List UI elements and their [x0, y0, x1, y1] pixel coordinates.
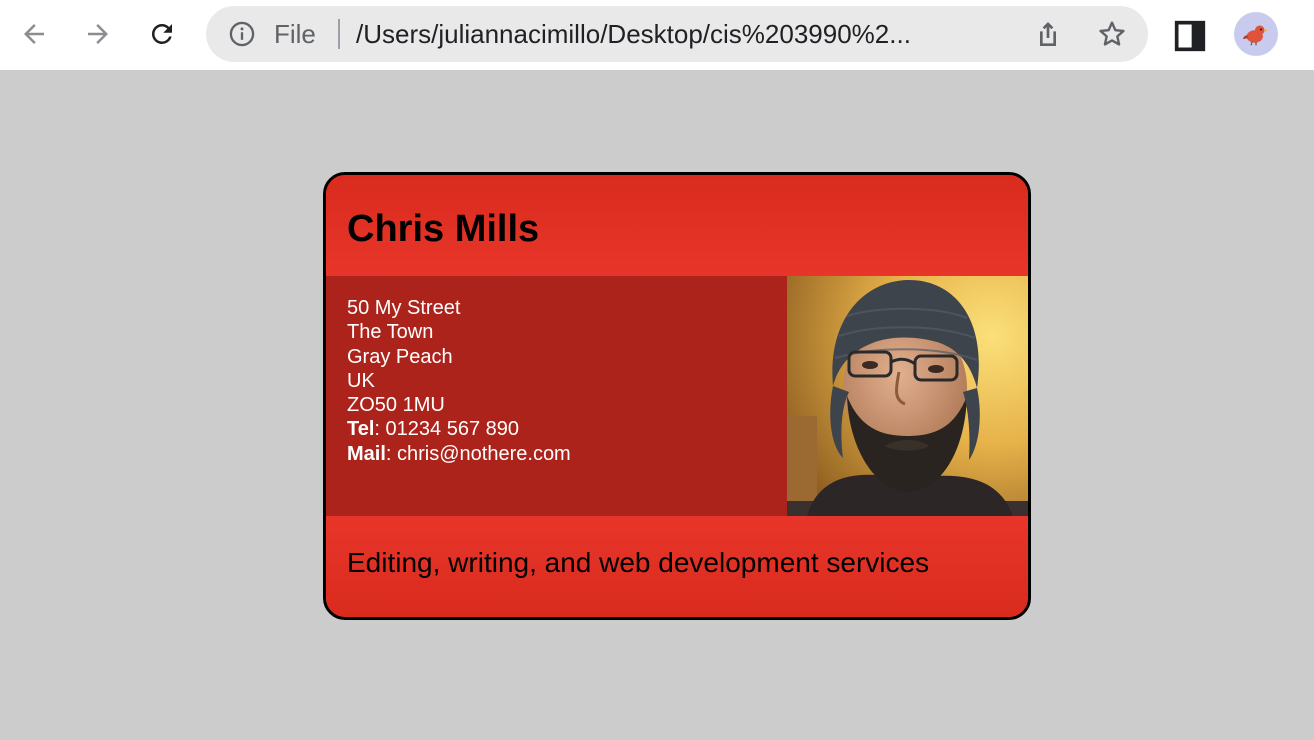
side-panel-icon[interactable] — [1170, 16, 1210, 56]
scheme-label: File — [274, 19, 316, 49]
card-name: Chris Mills — [347, 208, 540, 250]
address-line-street: 50 My Street — [347, 297, 461, 319]
forward-arrow-icon — [88, 24, 108, 44]
telephone-line: Tel: 01234 567 890 — [347, 417, 571, 441]
omnibox-divider — [338, 19, 340, 49]
profile-photo — [787, 276, 1028, 516]
tel-value: : 01234 567 890 — [374, 418, 520, 441]
address-line-country: UK — [347, 369, 375, 392]
share-icon[interactable] — [1032, 18, 1064, 50]
info-icon[interactable] — [228, 20, 256, 48]
contact-details: 50 My Street The Town Gray Peach UK ZO50… — [347, 296, 571, 466]
address-line-postcode: ZO50 1MU — [347, 394, 445, 417]
card-footer: Editing, writing, and web development se… — [326, 516, 1028, 617]
portrait-illustration — [787, 276, 1028, 516]
card-body: 50 My Street The Town Gray Peach UK ZO50… — [326, 276, 1028, 516]
mail-line: Mail: chris@nothere.com — [347, 442, 571, 466]
address-line-region: Gray Peach — [347, 345, 453, 368]
back-button[interactable] — [10, 10, 58, 58]
back-arrow-icon — [24, 24, 44, 44]
star-icon[interactable] — [1096, 18, 1128, 50]
tel-label: Tel — [347, 418, 375, 441]
address-bar[interactable]: File /Users/juliannacimillo/Desktop/cis%… — [206, 6, 1148, 62]
business-card: Chris Mills 50 My Street The Town Gray P… — [323, 172, 1031, 620]
mail-label: Mail — [347, 442, 386, 465]
profile-avatar[interactable] — [1234, 12, 1278, 56]
address-line-town: The Town — [347, 321, 434, 344]
forward-button[interactable] — [74, 10, 122, 58]
services-tagline: Editing, writing, and web development se… — [347, 547, 930, 578]
browser-toolbar: File /Users/juliannacimillo/Desktop/cis%… — [0, 0, 1314, 70]
bird-icon — [1242, 25, 1268, 46]
url-text[interactable]: /Users/juliannacimillo/Desktop/cis%20399… — [356, 18, 1006, 50]
reload-icon — [151, 23, 172, 44]
reload-button[interactable] — [138, 10, 186, 58]
card-header: Chris Mills — [326, 175, 1028, 276]
mail-value: : chris@nothere.com — [385, 442, 571, 465]
